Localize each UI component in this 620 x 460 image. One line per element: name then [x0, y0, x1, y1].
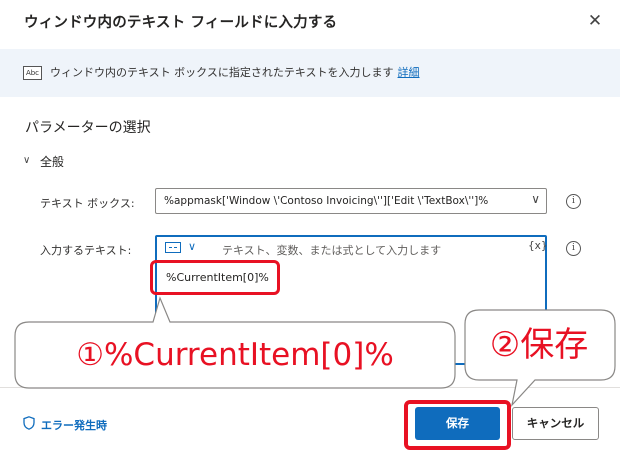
callout-bubbles	[14, 296, 616, 407]
callout-step-1: ①%CurrentItem[0]%	[76, 337, 394, 373]
callout-step-2: ②保存	[489, 325, 589, 365]
